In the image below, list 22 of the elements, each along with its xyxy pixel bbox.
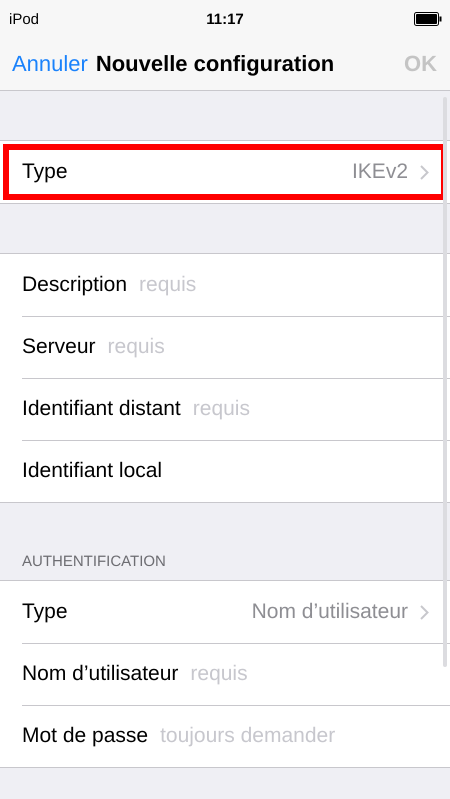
clock-time: 11:17 — [206, 10, 244, 28]
row-label: Type — [22, 160, 68, 184]
field-label: Serveur — [22, 335, 96, 359]
section-header: AUTHENTIFICATION — [22, 553, 166, 570]
field-label: Identifiant distant — [22, 397, 181, 421]
input-field[interactable]: requis — [190, 662, 428, 686]
field-label: Mot de passe — [22, 724, 148, 748]
device-name: iPod — [9, 10, 40, 28]
field-label: Nom d’utilisateur — [22, 662, 178, 686]
battery-icon — [414, 12, 442, 26]
screen-title: Nouvelle configuration — [96, 51, 334, 77]
input-field[interactable]: toujours demander — [160, 724, 428, 748]
input-field[interactable]: requis — [139, 273, 428, 297]
field-label: Identifiant local — [22, 459, 162, 483]
chevron-icon — [420, 164, 429, 180]
row-label: Type — [22, 600, 68, 624]
row-value: Nom d’utilisateur — [252, 600, 408, 624]
chevron-icon — [420, 604, 429, 620]
field-label: Description — [22, 273, 128, 297]
input-field[interactable]: requis — [192, 397, 428, 421]
row-value: IKEv2 — [352, 160, 408, 184]
input-field[interactable]: requis — [108, 335, 428, 359]
